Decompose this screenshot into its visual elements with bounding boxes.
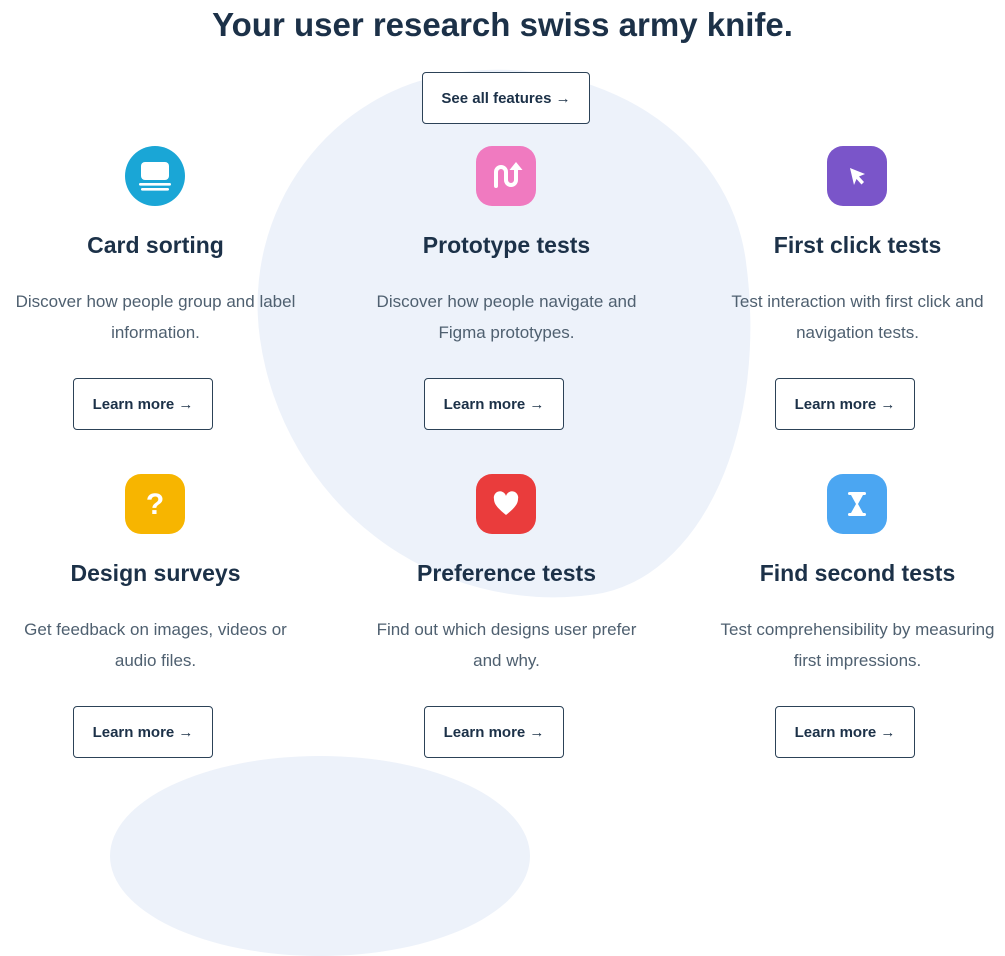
see-all-features-button[interactable]: See all features → — [422, 72, 590, 124]
learn-more-card-sorting-button[interactable]: Learn more → — [73, 378, 213, 430]
question-mark-icon: ? — [125, 474, 185, 534]
learn-more-first-click-tests-button[interactable]: Learn more → — [775, 378, 915, 430]
card-description: Get feedback on images, videos or audio f… — [24, 620, 287, 670]
learn-more-design-surveys-button[interactable]: Learn more → — [73, 706, 213, 758]
card-description: Find out which designs user prefer and wh… — [376, 620, 637, 670]
card-title: First click tests — [773, 232, 942, 258]
card-title: Find second tests — [759, 560, 956, 586]
feature-card-card-sorting: Card sorting Discover how people group a… — [0, 146, 323, 446]
learn-more-preference-tests-button[interactable]: Learn more → — [424, 706, 564, 758]
hourglass-icon — [827, 474, 887, 534]
card-title: Design surveys — [70, 560, 241, 586]
learn-more-prototype-tests-button[interactable]: Learn more → — [424, 378, 564, 430]
card-title: Prototype tests — [422, 232, 591, 258]
prototype-icon — [476, 146, 536, 206]
card-description: Discover how people group and label infor… — [15, 292, 296, 342]
svg-text:?: ? — [146, 488, 164, 521]
feature-card-prototype-tests: Prototype tests Discover how people navi… — [339, 146, 674, 446]
card-sorting-icon — [125, 146, 185, 206]
heart-icon — [476, 474, 536, 534]
cursor-arrow-icon — [827, 146, 887, 206]
feature-card-first-click-tests: First click tests Test interaction with … — [690, 146, 1005, 446]
card-title: Card sorting — [87, 232, 224, 258]
feature-card-find-second-tests: Find second tests Test comprehensibility… — [690, 474, 1005, 774]
page-title: Your user research swiss army knife. — [212, 6, 793, 43]
feature-card-design-surveys: ? Design surveys Get feedback on images,… — [0, 474, 323, 774]
card-description: Test interaction with first click and nav… — [731, 292, 984, 342]
background-blob-bottom — [110, 756, 530, 956]
learn-more-find-second-tests-button[interactable]: Learn more → — [775, 706, 915, 758]
card-description: Test comprehensibility by measuring first… — [720, 620, 995, 670]
feature-card-preference-tests: Preference tests Find out which designs … — [339, 474, 674, 774]
card-description: Discover how people navigate and Figma pr… — [376, 292, 637, 342]
card-title: Preference tests — [417, 560, 596, 586]
